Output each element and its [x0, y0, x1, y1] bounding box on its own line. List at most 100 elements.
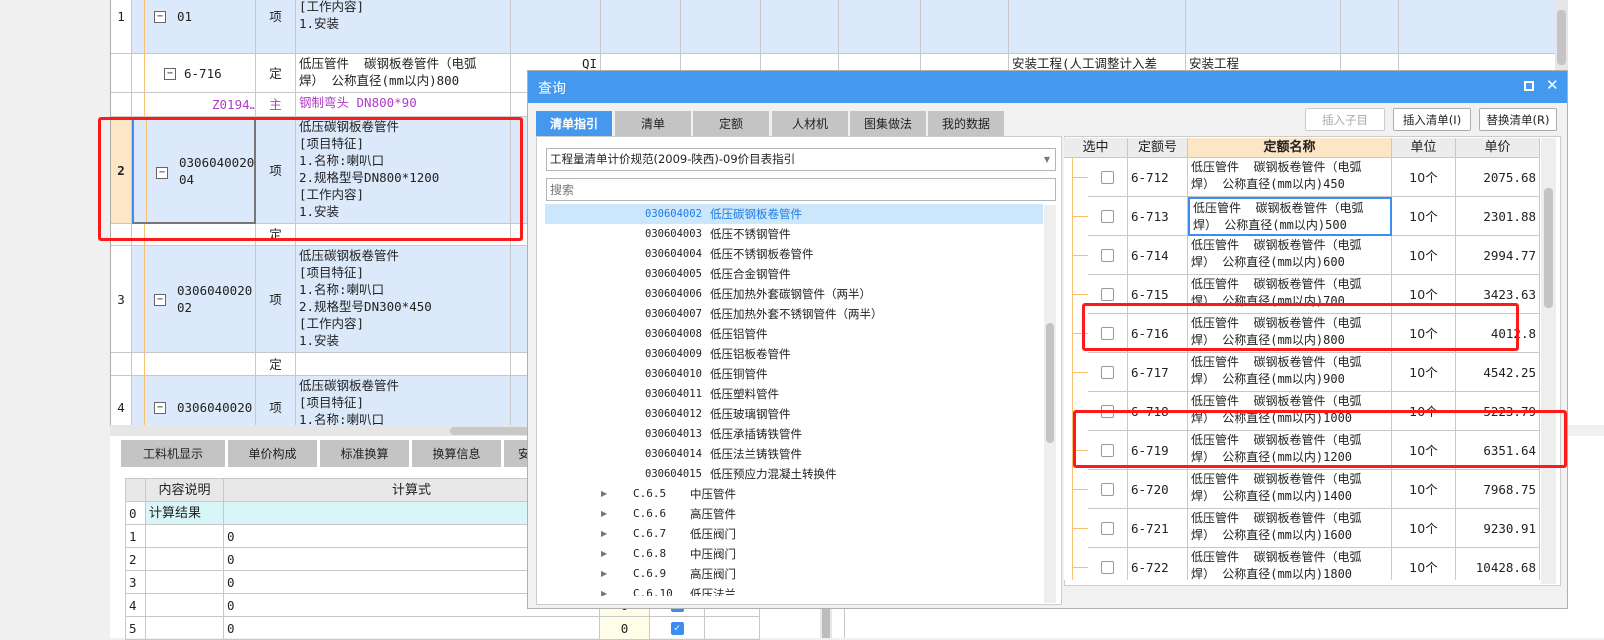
quota-code[interactable]: 6-717 — [1128, 353, 1188, 392]
select-cell[interactable] — [1088, 470, 1128, 509]
quota-name[interactable]: 低压管件 碳钢板卷管件（电弧 焊） 公称直径(mm以内)800 — [1188, 314, 1392, 353]
search-input[interactable] — [546, 178, 1056, 201]
collapse-icon[interactable]: − — [164, 67, 176, 80]
replace-list-button[interactable]: 替换清单(R) — [1479, 108, 1557, 131]
tree-item[interactable]: 030604015 低压预应力混凝土转换件 — [545, 464, 1043, 484]
checkbox[interactable] — [1101, 170, 1114, 184]
dialog-tab-4[interactable]: 图集做法 — [850, 111, 926, 136]
code-cell[interactable]: 6-716− — [132, 54, 256, 93]
check-cell[interactable]: ✓ — [650, 617, 705, 640]
select-cell[interactable] — [1088, 548, 1128, 580]
tree-item[interactable]: ▶ C.6.10 低压法兰 — [545, 584, 1043, 596]
type-cell[interactable]: 定 — [256, 353, 296, 376]
main-grid-hscrollbar[interactable] — [110, 425, 530, 436]
desc-cell[interactable] — [146, 594, 224, 617]
select-cell[interactable] — [1088, 236, 1128, 275]
main-grid-vscrollbar[interactable] — [1555, 0, 1568, 70]
checkbox[interactable] — [1101, 521, 1114, 535]
type-cell[interactable]: 定 — [256, 224, 296, 246]
expand-arrow-icon[interactable]: ▶ — [601, 504, 607, 524]
table-row[interactable]: 6-720 低压管件 碳钢板卷管件（电弧 焊） 公称直径(mm以内)1400 10个… — [1064, 470, 1540, 509]
quota-code[interactable]: 6-721 — [1128, 509, 1188, 548]
quota-name[interactable]: 低压管件 碳钢板卷管件（电弧 焊） 公称直径(mm以内)1800 — [1188, 548, 1392, 580]
name-cell[interactable]: 低压碳钢板卷管件 [项目特征] 1.名称:喇叭口 2.规格型号DN800*120… — [296, 117, 511, 224]
dialog-titlebar[interactable]: 查询 ✕ — [528, 71, 1567, 103]
checkbox[interactable] — [1101, 248, 1114, 262]
name-cell[interactable]: 2.规格型号DN800*90 [工作内容] 1.安装 — [296, 0, 511, 54]
tree-item[interactable]: 030604010 低压铜管件 — [545, 364, 1043, 384]
name-cell[interactable]: 低压管件 碳钢板卷管件（电弧 焊） 公称直径(mm以内)800 — [296, 54, 511, 93]
code-cell[interactable]: 0306040020 04− — [132, 117, 256, 224]
dialog-tab-3[interactable]: 人材机 — [772, 111, 848, 136]
price-cell[interactable]: 448.29 — [839, 0, 921, 54]
checkbox[interactable] — [1101, 482, 1114, 496]
quota-name[interactable]: 低压管件 碳钢板卷管件（电弧 焊） 公称直径(mm以内)1200 — [1188, 431, 1392, 470]
type-cell[interactable]: 项 — [256, 0, 296, 54]
tree-item[interactable]: 030604012 低压玻璃钢管件 — [545, 404, 1043, 424]
desc-cell[interactable] — [146, 617, 224, 640]
code-cell[interactable]: 0306040020 02− — [132, 246, 256, 353]
table-row[interactable]: 6-719 低压管件 碳钢板卷管件（电弧 焊） 公称直径(mm以内)1200 10个… — [1064, 431, 1540, 470]
select-cell[interactable] — [1088, 314, 1128, 353]
table-row[interactable]: 6-722 低压管件 碳钢板卷管件（电弧 焊） 公称直径(mm以内)1800 10个… — [1064, 548, 1540, 580]
select-cell[interactable] — [1088, 509, 1128, 548]
checkbox-checked[interactable]: ✓ — [670, 621, 684, 635]
spec-cell[interactable]: 安装工程 — [1186, 0, 1341, 54]
checkbox[interactable] — [1101, 365, 1114, 379]
name-cell[interactable]: 低压碳钢板卷管件 [项目特征] 1.名称:喇叭口 2.规格型号DN300*450… — [296, 246, 511, 353]
quota-name[interactable]: 低压管件 碳钢板卷管件（电弧 焊） 公称直径(mm以内)600 — [1188, 236, 1392, 275]
checkbox[interactable] — [1101, 209, 1114, 223]
collapse-icon[interactable]: − — [154, 402, 166, 414]
tree-item[interactable]: 030604003 低压不锈钢管件 — [545, 224, 1043, 244]
quota-name[interactable]: 低压管件 碳钢板卷管件（电弧 焊） 公称直径(mm以内)1000 — [1188, 392, 1392, 431]
row-number[interactable]: 3 — [111, 246, 132, 353]
table-row[interactable]: 6-712 低压管件 碳钢板卷管件（电弧 焊） 公称直径(mm以内)450 10个 2… — [1064, 158, 1540, 197]
dialog-tab-2[interactable]: 定额 — [693, 111, 769, 136]
select-cell[interactable] — [1088, 275, 1128, 314]
qty-cell[interactable]: 4 — [511, 0, 601, 54]
tree-item[interactable]: ▶ C.6.5 中压管件 — [545, 484, 1043, 504]
quota-name[interactable]: 低压管件 碳钢板卷管件（电弧 焊） 公称直径(mm以内)700 — [1188, 275, 1392, 314]
tree-item[interactable]: 030604008 低压铝管件 — [545, 324, 1043, 344]
select-cell[interactable] — [1088, 392, 1128, 431]
desc-cell[interactable] — [146, 571, 224, 594]
bottom-tab-0[interactable]: 工料机显示 — [121, 440, 225, 467]
checkbox[interactable] — [1101, 443, 1114, 457]
type-cell[interactable]: 项 — [256, 117, 296, 224]
tree-item[interactable]: ▶ C.6.7 低压阀门 — [545, 524, 1043, 544]
code-cell[interactable] — [132, 224, 256, 246]
tree-item[interactable]: ▶ C.6.9 高压阀门 — [545, 564, 1043, 584]
name-cell[interactable] — [296, 353, 511, 376]
expand-arrow-icon[interactable]: ▶ — [601, 524, 607, 544]
type-cell[interactable]: 主 — [256, 93, 296, 117]
tree-item[interactable]: 030604004 低压不锈钢板卷管件 — [545, 244, 1043, 264]
quota-code[interactable]: 6-712 — [1128, 158, 1188, 197]
tree-item[interactable]: ▶ C.6.8 中压阀门 — [545, 544, 1043, 564]
quota-code[interactable]: 6-713 — [1128, 197, 1188, 236]
insert-sub-button[interactable]: 插入子目 — [1305, 108, 1385, 131]
code-cell[interactable] — [132, 353, 256, 376]
quota-code[interactable]: 6-720 — [1128, 470, 1188, 509]
cell[interactable] — [1341, 0, 1399, 54]
select-cell[interactable] — [1088, 353, 1128, 392]
desc-cell[interactable] — [146, 525, 224, 548]
quota-name[interactable]: 低压管件 碳钢板卷管件（电弧 焊） 公称直径(mm以内)500 — [1188, 197, 1392, 236]
quota-code[interactable]: 6-719 — [1128, 431, 1188, 470]
table-row[interactable]: 6-721 低压管件 碳钢板卷管件（电弧 焊） 公称直径(mm以内)1600 10个… — [1064, 509, 1540, 548]
table-row[interactable]: 5 0 0 ✓ — [110, 617, 760, 640]
note-cell[interactable]: 价) — [1009, 0, 1186, 54]
row-number[interactable] — [111, 224, 132, 246]
cell[interactable] — [761, 0, 839, 54]
expand-arrow-icon[interactable]: ▶ — [601, 564, 607, 584]
hscroll-thumb[interactable] — [450, 427, 530, 435]
type-cell[interactable]: 定 — [256, 54, 296, 93]
table-row[interactable]: 6-718 低压管件 碳钢板卷管件（电弧 焊） 公称直径(mm以内)1000 10个… — [1064, 392, 1540, 431]
desc-cell[interactable]: 计算结果 — [146, 502, 224, 525]
row-number[interactable] — [111, 54, 132, 93]
quota-code[interactable]: 6-715 — [1128, 275, 1188, 314]
collapse-icon[interactable]: − — [156, 166, 168, 179]
code-cell[interactable]: Z0194… — [132, 93, 256, 117]
total-cell[interactable]: 1793.16 — [921, 0, 1009, 54]
formula-cell[interactable]: 0 — [224, 617, 600, 640]
expand-arrow-icon[interactable]: ▶ — [601, 544, 607, 564]
